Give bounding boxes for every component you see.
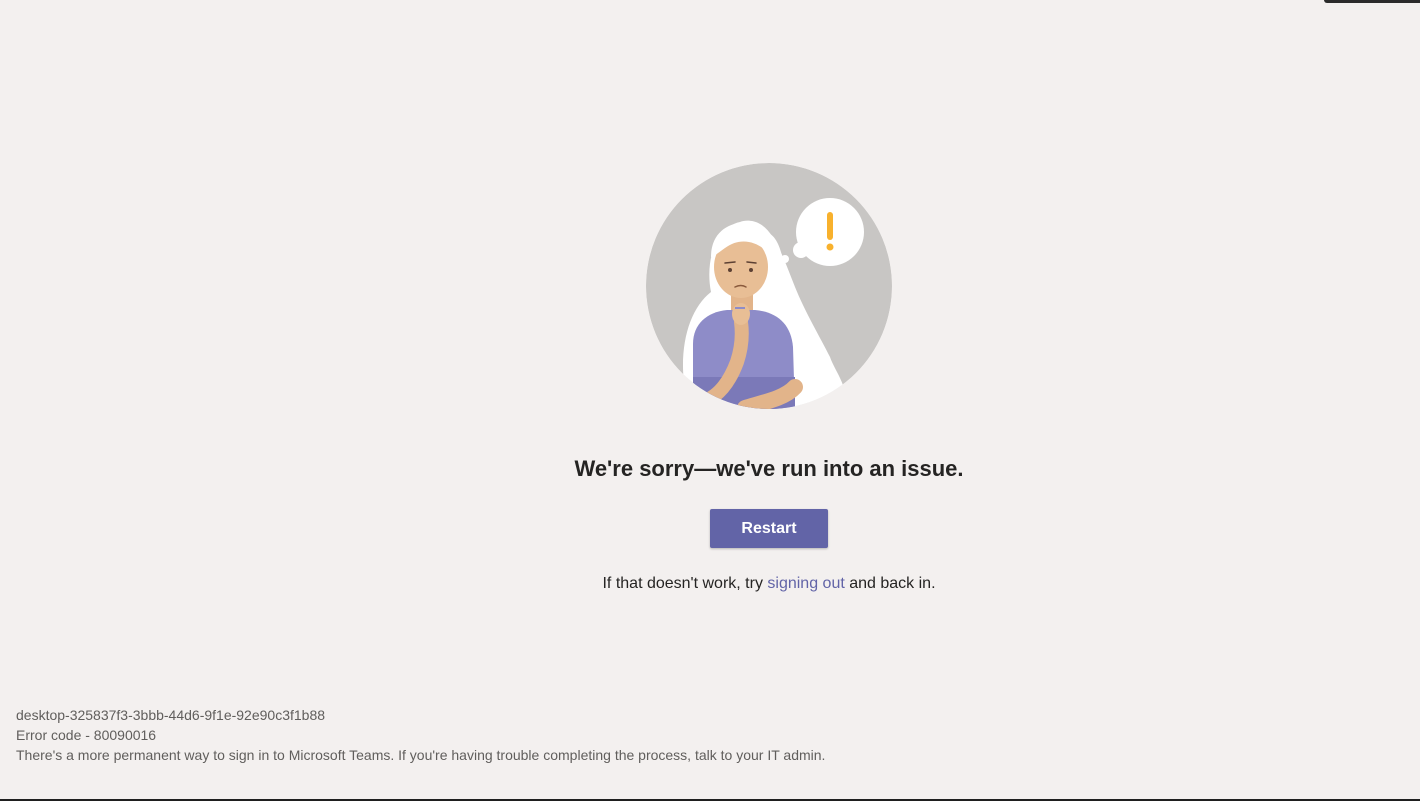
error-page: We're sorry—we've run into an issue. Res…	[0, 0, 1420, 801]
restart-button[interactable]: Restart	[710, 509, 828, 548]
sign-out-hint: If that doesn't work, try signing out an…	[0, 575, 1420, 593]
sign-out-link[interactable]: signing out	[767, 575, 844, 592]
sign-in-note: There's a more permanent way to sign in …	[16, 747, 826, 763]
diagnostics-footer: desktop-325837f3-3bbb-44d6-9f1e-92e90c3f…	[16, 705, 825, 765]
confused-person-illustration	[646, 163, 892, 409]
error-title-container: We're sorry—we've run into an issue.	[0, 456, 1420, 482]
hint-suffix: and back in.	[844, 575, 936, 592]
window-corner-tab	[1324, 0, 1420, 3]
session-id: desktop-325837f3-3bbb-44d6-9f1e-92e90c3f…	[16, 707, 326, 723]
exclamation-icon	[826, 212, 834, 251]
hint-prefix: If that doesn't work, try	[602, 575, 768, 592]
error-title: We're sorry—we've run into an issue.	[574, 456, 964, 481]
error-code: Error code - 80090016	[16, 727, 157, 743]
